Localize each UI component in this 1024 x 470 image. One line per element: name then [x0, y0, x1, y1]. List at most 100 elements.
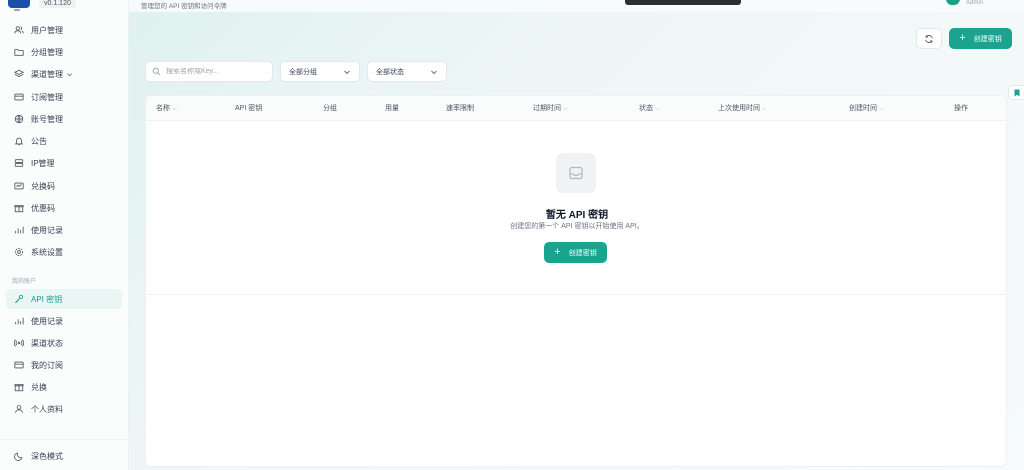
sort-icon: ⌵: [879, 106, 884, 112]
empty-create-key-label: 创建密钥: [568, 249, 597, 257]
main-content: 管理您的 API 密钥和访问令牌 Admin + 创建密钥 全部分组 全部状态 …: [129, 0, 1024, 470]
plus-icon: +: [959, 32, 966, 44]
create-key-button[interactable]: + 创建密钥: [949, 28, 1012, 49]
dark-mode-toggle[interactable]: 深色模式: [6, 446, 122, 466]
sidebar-item-usage-admin[interactable]: 使用记录: [6, 220, 122, 240]
dark-mode-label: 深色模式: [31, 451, 63, 461]
sidebar-item-label: 渠道管理: [31, 69, 63, 79]
sidebar-item-subscriptions[interactable]: 订阅管理: [6, 87, 122, 107]
api-keys-table: 名称 ⌵ API 密钥 分组 用量 速率限制 过期时间 ⌵ 状态 ⌵ 上次使用时间 ⌵ …: [145, 95, 1007, 467]
card-icon: [14, 361, 24, 369]
sidebar-item-label: 订阅管理: [31, 92, 63, 102]
moon-icon: [14, 452, 23, 461]
group-filter-value: 全部分组: [289, 68, 317, 76]
sidebar-item-label: 账号管理: [31, 114, 63, 124]
status-filter-select[interactable]: 全部状态: [367, 61, 447, 82]
signal-icon: [14, 339, 24, 347]
sidebar-item-channel-status[interactable]: 渠道状态: [6, 333, 122, 353]
user-icon: [15, 405, 23, 413]
sidebar-item-channels[interactable]: 渠道管理: [6, 64, 122, 84]
column-header-name[interactable]: 名称 ⌵: [156, 96, 177, 121]
refresh-icon: [925, 34, 933, 43]
users-icon: [14, 26, 24, 34]
column-header-usage: 用量: [385, 105, 399, 112]
sidebar: v0.1.120 用户管理 分组管理 渠道管理 订阅管理 账号管理 公告 IP管…: [0, 0, 129, 470]
globe-icon: [14, 114, 24, 124]
ticket-icon: [14, 182, 24, 190]
empty-state-description: 创建您的第一个 API 密钥以开始使用 API。: [510, 223, 644, 230]
sidebar-item-ip[interactable]: IP管理: [6, 153, 122, 173]
gear-icon: [14, 247, 24, 257]
layers-icon: [14, 69, 24, 77]
empty-create-key-button[interactable]: + 创建密钥: [544, 242, 607, 263]
sidebar-item-label: 兑换码: [31, 181, 55, 191]
status-filter-value: 全部状态: [376, 68, 404, 76]
bar-chart-icon: [15, 226, 24, 234]
app-logo[interactable]: [8, 0, 30, 8]
sidebar-item-profile[interactable]: 个人资料: [6, 399, 122, 419]
table-divider: [146, 294, 1006, 295]
empty-inbox-icon: [556, 153, 596, 193]
sidebar-item-users[interactable]: 用户管理: [6, 20, 122, 40]
table-header: 名称 ⌵ API 密钥 分组 用量 速率限制 过期时间 ⌵ 状态 ⌵ 上次使用时间 ⌵ …: [146, 96, 1006, 121]
gift-icon: [14, 384, 24, 392]
bell-icon: [14, 137, 24, 146]
sidebar-item-settings[interactable]: 系统设置: [6, 242, 122, 262]
sort-icon: ⌵: [655, 106, 660, 112]
sort-icon: ⌵: [563, 106, 568, 112]
sidebar-item-label: 使用记录: [31, 316, 63, 326]
top-bar-indicator: [625, 0, 741, 5]
sidebar-item-label: 渠道状态: [31, 338, 63, 348]
sidebar-item-label: 使用记录: [31, 225, 63, 235]
search-icon: [152, 67, 161, 76]
sidebar-item-label: 用户管理: [31, 25, 63, 35]
sidebar-item-label: 分组管理: [31, 47, 63, 57]
chevron-down-icon: [431, 70, 437, 74]
folder-icon: [14, 49, 24, 56]
column-header-expires[interactable]: 过期时间 ⌵: [533, 96, 568, 121]
refresh-button[interactable]: [916, 28, 942, 49]
sidebar-item-redeem-codes[interactable]: 兑换码: [6, 176, 122, 196]
sidebar-item-label: API 密钥: [31, 294, 63, 304]
sidebar-item-announcements[interactable]: 公告: [6, 131, 122, 151]
column-header-group: 分组: [323, 105, 337, 112]
side-bookmark-tab[interactable]: [1008, 85, 1024, 100]
key-icon: [14, 294, 24, 304]
chevron-down-icon: [67, 72, 72, 76]
section-label-my-account: 我的账户: [12, 279, 37, 285]
sidebar-item-api-keys[interactable]: API 密钥: [6, 289, 122, 309]
group-filter-select[interactable]: 全部分组: [280, 61, 360, 82]
column-header-api-key: API 密钥: [235, 105, 263, 112]
user-role: Admin: [966, 0, 984, 6]
sidebar-item-label: 我的订阅: [31, 360, 63, 370]
logo-subline: [14, 9, 20, 11]
search-input[interactable]: [166, 68, 266, 75]
sidebar-item-label: 公告: [31, 136, 47, 146]
sort-icon: ⌵: [762, 106, 767, 112]
card-icon: [14, 93, 24, 101]
server-icon: [14, 159, 24, 167]
sidebar-item-my-subscriptions[interactable]: 我的订阅: [6, 355, 122, 375]
search-box[interactable]: [145, 61, 273, 82]
sidebar-item-label: 个人资料: [31, 404, 63, 414]
sort-icon: ⌵: [172, 106, 177, 112]
gift-icon: [14, 205, 24, 213]
column-header-status[interactable]: 状态 ⌵: [639, 96, 660, 121]
sidebar-item-accounts[interactable]: 账号管理: [6, 109, 122, 129]
sidebar-item-label: 优惠码: [31, 203, 55, 213]
sidebar-item-redeem[interactable]: 兑换: [6, 377, 122, 397]
column-header-created[interactable]: 创建时间 ⌵: [849, 96, 884, 121]
sidebar-item-usage[interactable]: 使用记录: [6, 311, 122, 331]
sidebar-item-label: 兑换: [31, 382, 47, 392]
column-header-rate-limit: 速率限制: [446, 105, 474, 112]
create-key-label: 创建密钥: [973, 35, 1002, 43]
empty-state-title: 暂无 API 密钥: [545, 210, 609, 221]
column-header-last-used[interactable]: 上次使用时间 ⌵: [718, 96, 767, 121]
bookmark-icon: [1014, 89, 1019, 96]
sidebar-item-groups[interactable]: 分组管理: [6, 42, 122, 62]
sidebar-item-label: 系统设置: [31, 247, 63, 257]
sidebar-divider: [0, 439, 129, 440]
chevron-down-icon: [344, 70, 350, 74]
sidebar-item-coupons[interactable]: 优惠码: [6, 198, 122, 218]
version-badge: v0.1.120: [39, 0, 76, 8]
